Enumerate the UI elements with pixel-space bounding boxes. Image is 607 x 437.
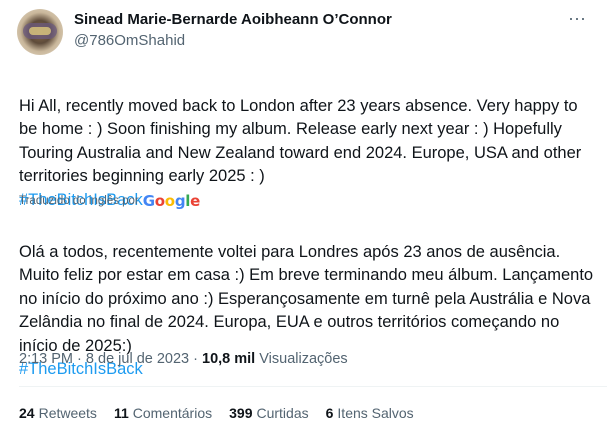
stat-count: 24 [19, 405, 35, 421]
stat-retweets[interactable]: 24 Retweets [19, 405, 97, 421]
avatar[interactable] [17, 9, 63, 55]
divider [19, 386, 607, 387]
google-logo[interactable]: Google [143, 192, 200, 210]
views-label: Visualizações [259, 351, 348, 367]
user-display-name[interactable]: Sinead Marie-Bernarde Aoibheann O’Connor [74, 11, 392, 28]
more-horizontal-icon[interactable]: ··· [566, 9, 588, 33]
meta-separator-2: · [193, 351, 198, 367]
meta-separator: · [77, 351, 82, 367]
stat-count: 399 [229, 405, 253, 421]
user-handle[interactable]: @786OmShahid [74, 32, 185, 49]
translated-body: Olá a todos, recentemente voltei para Lo… [19, 242, 594, 355]
tweet-body: Hi All, recently moved back to London af… [19, 96, 582, 186]
translation-label: Traduzido do inglês por [19, 195, 139, 207]
tweet-stats: 24 Retweets 11 Comentários 399 Curtidas 6 It… [19, 405, 414, 421]
stat-likes[interactable]: 399 Curtidas [229, 405, 309, 421]
tweet-time[interactable]: 2:13 PM [19, 351, 73, 367]
stat-bookmarks[interactable]: 6 Itens Salvos [326, 405, 414, 421]
stat-count: 6 [325, 405, 334, 421]
stat-comments[interactable]: 11 Comentários [114, 405, 212, 421]
translation-attribution: Traduzido do inglês por Google [19, 192, 200, 210]
translated-text: Olá a todos, recentemente voltei para Lo… [19, 217, 599, 405]
stat-label: Itens Salvos [337, 405, 414, 421]
views-count: 10,8 mil [202, 351, 256, 367]
tweet-text: Hi All, recently moved back to London af… [19, 71, 599, 236]
stat-label: Comentários [132, 405, 213, 421]
tweet-date[interactable]: 8 de jul de 2023 [86, 351, 189, 367]
stat-label: Curtidas [256, 405, 309, 421]
stat-count: 11 [113, 405, 129, 421]
stat-label: Retweets [38, 405, 97, 421]
tweet-meta: 2:13 PM · 8 de jul de 2023 · 10,8 mil Vi… [19, 351, 348, 367]
